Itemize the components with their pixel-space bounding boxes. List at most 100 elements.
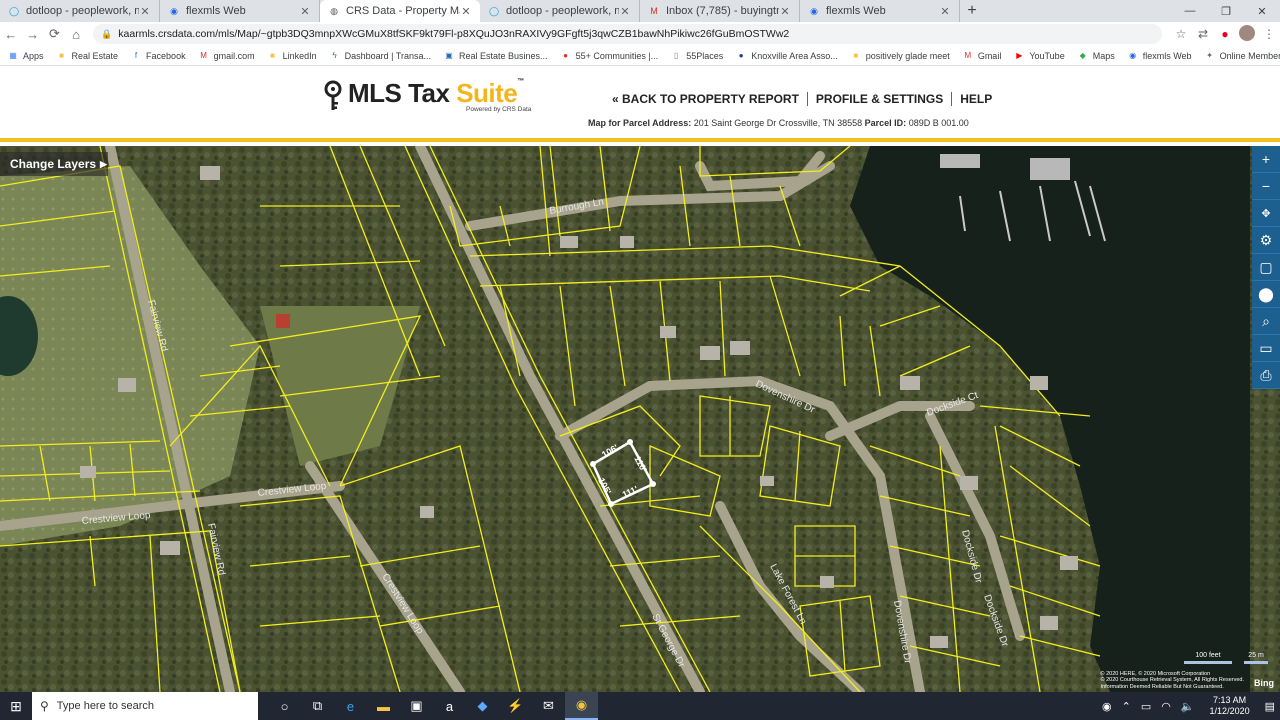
bookmark-label: YouTube <box>1029 50 1065 61</box>
forward-icon[interactable]: → <box>22 23 44 45</box>
bookmark-item[interactable]: Mgmail.com <box>199 51 254 61</box>
cortana-icon[interactable]: ○ <box>268 692 301 720</box>
measure-icon[interactable]: ▭ <box>1252 335 1280 362</box>
store-icon[interactable]: ▣ <box>400 692 433 720</box>
close-tab-icon[interactable]: ✕ <box>619 5 631 18</box>
zoom-out-icon[interactable]: − <box>1252 173 1280 200</box>
chrome-tray-icon[interactable]: ◉ <box>1102 700 1112 713</box>
browser-tab[interactable]: ◉ flexmls Web ✕ <box>160 0 320 22</box>
battery-icon[interactable]: ▭ <box>1141 700 1151 713</box>
location-pin-icon[interactable]: ⬤ <box>1252 281 1280 308</box>
building <box>940 154 980 168</box>
back-icon[interactable]: ← <box>0 23 22 45</box>
home-icon[interactable]: ⌂ <box>65 23 87 45</box>
facebook-icon: f <box>134 51 138 60</box>
tab-title: flexmls Web <box>826 5 886 17</box>
bookmark-item[interactable]: ϟ Dashboard | Transa... <box>330 51 432 61</box>
system-tray: ◉ ⌃ ▭ ◠ 🔈 7:13 AM 1/12/2020 ▤ <box>1097 692 1280 720</box>
tab-title: flexmls Web <box>186 5 246 17</box>
bookmark-label: Real Estate <box>71 50 119 61</box>
mls-tax-suite-logo[interactable]: MLS Tax Suite™ Powered by CRS Data <box>322 78 531 113</box>
bookmark-item[interactable]: f Facebook <box>131 51 186 61</box>
task-view-icon[interactable]: ⧉ <box>301 692 334 720</box>
bookmark-item[interactable]: ■ LinkedIn <box>268 51 316 61</box>
browser-tab[interactable]: ◯ dotloop - peoplework, not paper✕ <box>480 0 640 22</box>
close-tab-icon[interactable]: ✕ <box>779 5 791 18</box>
select-area-icon[interactable]: ▢ <box>1252 254 1280 281</box>
bookmark-item[interactable]: ● 55+ Communities |... <box>561 51 658 61</box>
browser-tab[interactable]: ◯ dotloop - peoplework, not paper✕ <box>0 0 160 22</box>
minimize-icon[interactable]: — <box>1172 0 1208 22</box>
settings-icon[interactable]: ⚙ <box>1252 227 1280 254</box>
pinterest-icon[interactable]: ● <box>1214 27 1236 41</box>
parcel-map[interactable]: Burrough Ln Fairview Rd Crestview Loop C… <box>0 146 1280 692</box>
search-icon[interactable]: ⌕ <box>1252 308 1280 335</box>
bookmark-item[interactable]: ■ positively glade meet <box>851 50 950 61</box>
bookmark-item[interactable]: ▣ Real Estate Busines... <box>444 51 547 61</box>
mail-icon[interactable]: ✉ <box>532 692 565 720</box>
reload-icon[interactable]: ⟳ <box>44 23 66 45</box>
scale-bar: 100 feet 25 m <box>1184 652 1268 664</box>
close-tab-icon[interactable]: ✕ <box>139 5 151 18</box>
chrome-icon[interactable]: ◉ <box>565 692 598 720</box>
amazon-icon[interactable]: a <box>433 692 466 720</box>
bookmark-item[interactable]: ▦ Apps <box>8 51 43 61</box>
bookmark-item[interactable]: ▶ YouTube <box>1014 51 1064 61</box>
bookmark-item[interactable]: ▯ 55Places <box>671 51 723 61</box>
tray-expand-icon[interactable]: ⌃ <box>1122 700 1131 713</box>
logo-prefix: MLS Tax <box>348 78 457 108</box>
profile-avatar[interactable] <box>1236 24 1258 44</box>
change-layers-button[interactable]: Change Layers ▶ <box>0 152 108 176</box>
bookmark-item[interactable]: ✦ Online Member Pay... <box>1205 51 1280 61</box>
volume-icon[interactable]: 🔈 <box>1181 700 1195 713</box>
new-tab-icon[interactable]: + <box>960 0 984 22</box>
bookmark-item[interactable]: ◉ flexmls Web <box>1128 51 1191 61</box>
close-tab-icon[interactable]: ✕ <box>460 5 472 18</box>
browser-tab-strip: ◯dotloop - peoplework, not paper✕◉flexml… <box>0 0 1280 22</box>
tab-title: CRS Data - Property Map for 201 S <box>346 5 460 17</box>
close-tab-icon[interactable]: ✕ <box>299 5 311 18</box>
parcel-address-label: Map for Parcel Address: <box>588 118 692 128</box>
address-bar[interactable]: 🔒 kaarmls.crsdata.com/mls/Map/~gtpb3DQ3m… <box>93 24 1162 44</box>
taskbar-search[interactable]: ⚲ Type here to search <box>32 692 258 720</box>
menu-icon[interactable]: ⋮ <box>1258 27 1280 41</box>
dropbox-icon[interactable]: ◆ <box>466 692 499 720</box>
caret-right-icon: ▶ <box>100 158 107 169</box>
folder-icon: ■ <box>270 51 276 60</box>
map-canvas[interactable]: Burrough Ln Fairview Rd Crestview Loop C… <box>0 146 1280 692</box>
browser-tab[interactable]: M Inbox (7,785) - buyingtn@gmail.c✕ <box>640 0 800 22</box>
browser-tab[interactable]: ◍ CRS Data - Property Map for 201 S✕ <box>320 0 480 22</box>
close-tab-icon[interactable]: ✕ <box>939 5 951 18</box>
profile-settings-link[interactable]: PROFILE & SETTINGS <box>816 92 943 106</box>
file-explorer-icon[interactable]: ▬ <box>367 692 400 720</box>
help-link[interactable]: HELP <box>960 92 992 106</box>
clock[interactable]: 7:13 AM 1/12/2020 <box>1210 695 1250 717</box>
app-icon[interactable]: ⚡ <box>499 692 532 720</box>
zoom-in-icon[interactable]: + <box>1252 146 1280 173</box>
edge-icon[interactable]: e <box>334 692 367 720</box>
notifications-icon[interactable]: ▤ <box>1265 700 1275 713</box>
apps-icon: ▦ <box>9 51 17 60</box>
clock-time: 7:13 AM <box>1213 695 1247 705</box>
windows-start-icon[interactable]: ⊞ <box>0 692 32 720</box>
bookmark-star-icon[interactable]: ☆ <box>1170 27 1192 41</box>
pan-icon[interactable]: ✥ <box>1252 200 1280 227</box>
print-icon[interactable]: ⎙ <box>1252 362 1280 389</box>
gmail-icon: M <box>650 6 658 16</box>
close-window-icon[interactable]: ✕ <box>1244 0 1280 22</box>
restore-icon[interactable]: ❐ <box>1208 0 1244 22</box>
bookmark-item[interactable]: ◆ Maps <box>1078 51 1115 61</box>
bing-logo: Bing <box>1254 678 1274 688</box>
bookmark-item[interactable]: ■ Real Estate <box>57 50 119 61</box>
bookmark-item[interactable]: ● Knoxville Area Asso... <box>736 51 838 61</box>
window-controls: — ❐ ✕ <box>1172 0 1280 22</box>
top-nav: « BACK TO PROPERTY REPORT PROFILE & SETT… <box>612 92 992 106</box>
wifi-icon[interactable]: ◠ <box>1161 700 1171 713</box>
extension-icon[interactable]: ⇄ <box>1192 27 1214 41</box>
search-icon: ⚲ <box>40 699 49 713</box>
bookmark-label: Gmail <box>977 50 1002 61</box>
bookmark-label: positively glade meet <box>865 50 950 61</box>
browser-tab[interactable]: ◉ flexmls Web ✕ <box>800 0 960 22</box>
back-to-property-report-link[interactable]: « BACK TO PROPERTY REPORT <box>612 92 799 106</box>
bookmark-item[interactable]: M Gmail <box>963 50 1002 61</box>
